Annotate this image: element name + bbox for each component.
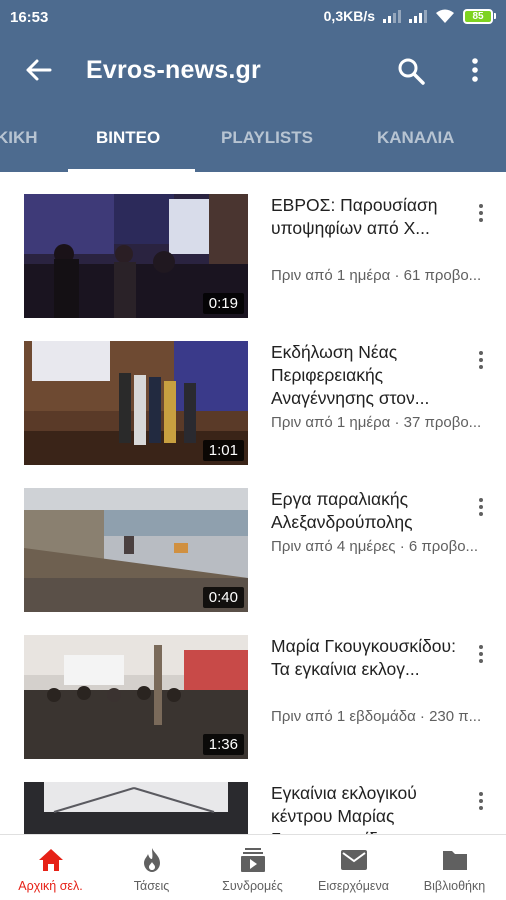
tab-videos[interactable]: ΒΙΝΤΕΟ: [96, 128, 160, 148]
nav-label: Αρχική σελ.: [18, 879, 83, 893]
status-indicators: 0,3KB/s 85: [324, 8, 496, 24]
video-menu-button[interactable]: [472, 790, 490, 816]
nav-subscriptions[interactable]: Συνδρομές: [202, 835, 303, 900]
bottom-navigation: Αρχική σελ. Τάσεις Συνδρομές Εισερχόμενα…: [0, 834, 506, 900]
mail-icon: [341, 850, 367, 870]
video-duration: 1:36: [202, 734, 244, 755]
nav-library[interactable]: Βιβλιοθήκη: [404, 835, 505, 900]
tab-home[interactable]: ΚΙΚΗ: [0, 128, 38, 148]
signal-icon: [409, 9, 427, 23]
battery-level: 85: [463, 8, 493, 24]
video-title[interactable]: Εργα παραλιακής Αλεξανδρούπολης: [271, 488, 461, 534]
video-menu-button[interactable]: [472, 349, 490, 375]
video-meta: Πριν από 4 ημέρες · 6 προβο...: [271, 538, 479, 555]
video-menu-button[interactable]: [472, 643, 490, 669]
nav-label: Τάσεις: [133, 879, 170, 893]
back-button[interactable]: [24, 56, 54, 84]
video-meta: Πριν από 1 ημέρα · 61 προβο...: [271, 267, 482, 284]
video-item[interactable]: 0:19 ΕΒΡΟΣ: Παρουσίαση υποψηφίων από Χ..…: [0, 172, 506, 319]
video-thumbnail[interactable]: 1:36: [24, 635, 248, 759]
video-meta: Πριν από 1 εβδομάδα · 230 π...: [271, 708, 482, 725]
video-title[interactable]: Εγκαίνια εκλογικού κέντρου Μαρίας Γκουγκ…: [271, 782, 461, 834]
video-meta: Πριν από 1 ημέρα · 37 προβο...: [271, 414, 482, 431]
signal-icon: [383, 9, 401, 23]
video-item[interactable]: 0:40 Εργα παραλιακής Αλεξανδρούπολης Πρι…: [0, 466, 506, 613]
nav-label: Βιβλιοθήκη: [423, 879, 486, 893]
more-options-button[interactable]: [466, 56, 484, 86]
video-title[interactable]: Εκδήλωση Νέας Περιφερειακής Αναγέννησης …: [271, 341, 461, 410]
video-duration: 0:19: [202, 293, 244, 314]
video-item[interactable]: 1:01 Εκδήλωση Νέας Περιφερειακής Αναγένν…: [0, 319, 506, 466]
status-time: 16:53: [10, 9, 49, 26]
search-button[interactable]: [396, 56, 426, 86]
video-thumbnail[interactable]: 0:19: [24, 194, 248, 318]
network-speed: 0,3KB/s: [323, 8, 375, 24]
nav-inbox[interactable]: Εισερχόμενα: [303, 835, 404, 900]
subscriptions-icon: [241, 848, 265, 872]
channel-title: Evros-news.gr: [86, 56, 261, 84]
folder-icon: [443, 851, 467, 870]
tab-playlists[interactable]: PLAYLISTS: [221, 128, 313, 148]
status-bar: 16:53 0,3KB/s 85: [0, 0, 506, 36]
wifi-icon: [436, 9, 454, 23]
video-title[interactable]: ΕΒΡΟΣ: Παρουσίαση υποψηφίων από Χ...: [271, 194, 461, 240]
video-thumbnail[interactable]: [24, 782, 248, 834]
video-duration: 1:01: [202, 440, 244, 461]
video-thumbnail[interactable]: 1:01: [24, 341, 248, 465]
video-title[interactable]: Μαρία Γκουγκουσκίδου: Τα εγκαίνια εκλογ.…: [271, 635, 461, 681]
video-item[interactable]: 1:36 Μαρία Γκουγκουσκίδου: Τα εγκαίνια ε…: [0, 613, 506, 760]
nav-label: Συνδρομές: [222, 879, 283, 893]
tab-channels[interactable]: ΚΑΝΑΛΙΑ: [377, 128, 454, 148]
video-duration: 0:40: [202, 587, 244, 608]
app-bar: Evros-news.gr: [0, 36, 506, 104]
search-icon: [398, 58, 425, 85]
fire-icon: [144, 848, 160, 872]
nav-home[interactable]: Αρχική σελ.: [0, 835, 101, 900]
arrow-left-icon: [26, 59, 52, 81]
battery-icon: 85: [463, 8, 496, 24]
video-menu-button[interactable]: [472, 202, 490, 228]
video-item[interactable]: Εγκαίνια εκλογικού κέντρου Μαρίας Γκουγκ…: [0, 760, 506, 834]
home-icon: [39, 849, 63, 871]
video-menu-button[interactable]: [472, 496, 490, 522]
more-vertical-icon: [472, 58, 478, 82]
nav-label: Εισερχόμενα: [318, 879, 389, 893]
channel-tabs: ΚΙΚΗ ΒΙΝΤΕΟ PLAYLISTS ΚΑΝΑΛΙΑ: [0, 104, 506, 172]
video-thumbnail[interactable]: 0:40: [24, 488, 248, 612]
nav-trending[interactable]: Τάσεις: [101, 835, 202, 900]
video-list[interactable]: 0:19 ΕΒΡΟΣ: Παρουσίαση υποψηφίων από Χ..…: [0, 172, 506, 834]
